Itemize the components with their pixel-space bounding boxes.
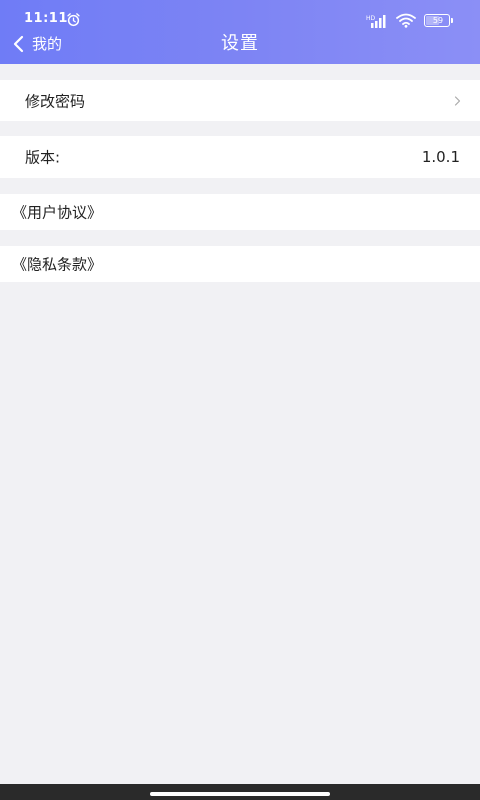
change-password-row[interactable]: 修改密码 bbox=[0, 80, 480, 121]
chevron-right-icon bbox=[454, 95, 461, 106]
wifi-icon bbox=[396, 13, 416, 28]
version-row: 版本: 1.0.1 bbox=[0, 136, 480, 178]
system-navigation-bar bbox=[0, 784, 480, 800]
home-indicator[interactable] bbox=[150, 792, 330, 796]
change-password-label: 修改密码 bbox=[25, 92, 86, 110]
status-time: 11:11 bbox=[24, 11, 68, 26]
alarm-clock-icon bbox=[67, 13, 80, 27]
privacy-policy-row[interactable]: 《隐私条款》 bbox=[0, 246, 480, 282]
user-agreement-link[interactable]: 《用户协议》 bbox=[12, 202, 102, 223]
battery-percent: 59 bbox=[432, 16, 444, 25]
user-agreement-row[interactable]: 《用户协议》 bbox=[0, 194, 480, 230]
privacy-policy-link[interactable]: 《隐私条款》 bbox=[12, 254, 102, 275]
status-bar: 11:11 HD 59 bbox=[0, 0, 480, 30]
page-title: 设置 bbox=[221, 33, 259, 54]
cellular-signal-icon: HD bbox=[366, 15, 386, 28]
battery-icon: 59 bbox=[424, 14, 454, 27]
version-value: 1.0.1 bbox=[421, 148, 460, 166]
app-header: 11:11 HD 59 我的 设置 bbox=[0, 0, 480, 64]
version-label: 版本: bbox=[25, 148, 61, 167]
network-type-label: HD bbox=[366, 15, 376, 22]
